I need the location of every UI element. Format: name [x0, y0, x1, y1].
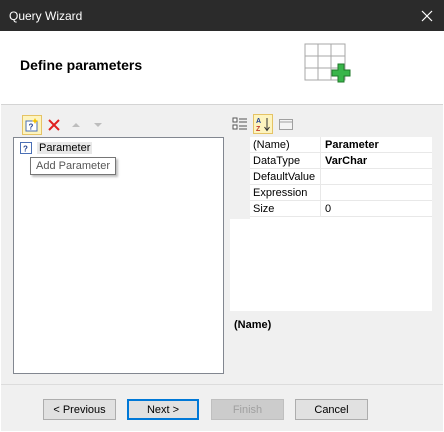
property-grid: (Name) Parameter DataType VarChar Defaul… [230, 137, 432, 311]
property-value[interactable]: Parameter [325, 139, 379, 151]
property-grid-margin [230, 137, 250, 219]
property-row-name[interactable]: (Name) Parameter [250, 137, 432, 153]
property-description-title: (Name) [234, 319, 272, 331]
add-parameter-tooltip: Add Parameter [30, 157, 116, 175]
move-down-button[interactable] [88, 115, 108, 135]
column-divider [320, 169, 321, 185]
table-add-icon [303, 42, 351, 90]
alphabetical-button[interactable]: A Z [253, 114, 273, 134]
property-value[interactable]: VarChar [325, 155, 367, 167]
property-name: DefaultValue [253, 171, 316, 183]
sort-alphabetical-icon: A Z [256, 118, 270, 132]
svg-text:Z: Z [256, 126, 261, 132]
list-item-label: Parameter [37, 142, 93, 154]
cancel-button[interactable]: Cancel [295, 399, 368, 420]
svg-text:?: ? [29, 123, 34, 132]
remove-parameter-button[interactable] [44, 115, 64, 135]
property-description: (Name) [230, 315, 432, 375]
column-divider [320, 201, 321, 217]
categorized-icon [232, 117, 247, 130]
move-up-button[interactable] [66, 115, 86, 135]
finish-button[interactable]: Finish [211, 399, 284, 420]
footer-separator [1, 384, 443, 385]
add-parameter-icon: ? [25, 118, 38, 132]
wizard-header: Define parameters [1, 31, 443, 104]
property-pages-button[interactable] [276, 114, 296, 134]
property-row-size[interactable]: Size 0 [250, 201, 432, 217]
categorized-button[interactable] [230, 114, 250, 134]
svg-text:A: A [256, 118, 261, 125]
arrow-up-icon [72, 123, 80, 127]
property-row-defaultvalue[interactable]: DefaultValue [250, 169, 432, 185]
property-row-expression[interactable]: Expression [250, 185, 432, 201]
property-name: (Name) [253, 139, 290, 151]
column-divider [320, 137, 321, 153]
property-row-datatype[interactable]: DataType VarChar [250, 153, 432, 169]
close-button[interactable] [410, 0, 444, 31]
window-title: Query Wizard [9, 9, 83, 23]
property-name: Size [253, 203, 275, 215]
column-divider [320, 185, 321, 201]
next-button[interactable]: Next > [127, 399, 199, 420]
add-parameter-button[interactable]: ? [22, 115, 42, 135]
property-name: DataType [253, 155, 301, 167]
property-name: Expression [253, 187, 308, 199]
parameters-toolbar: ? [22, 115, 110, 135]
column-divider [320, 153, 321, 169]
property-value[interactable]: 0 [325, 203, 331, 215]
arrow-down-icon [94, 123, 102, 127]
property-grid-toolbar: A Z [230, 113, 299, 135]
title-bar: Query Wizard [0, 0, 444, 31]
svg-text:?: ? [23, 145, 28, 154]
parameter-icon: ? [20, 142, 32, 154]
list-item[interactable]: ? Parameter [20, 140, 93, 156]
close-icon [421, 10, 433, 21]
delete-icon [48, 119, 60, 131]
page-heading: Define parameters [20, 57, 143, 73]
previous-button[interactable]: < Previous [43, 399, 116, 420]
property-pages-icon [279, 119, 293, 130]
